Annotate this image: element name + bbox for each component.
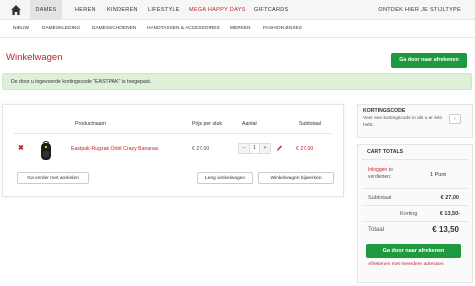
nav-item-kinderen[interactable]: KINDEREN <box>107 0 138 20</box>
page-title: Winkelwagen <box>6 52 63 63</box>
subnav-item-nieuw[interactable]: NIEUW <box>13 20 29 38</box>
discount-label: Korting <box>400 211 418 217</box>
notice-text: De door u ingevoerde kortingscode "EASTP… <box>11 79 152 85</box>
discount-value: € 13,50- <box>439 211 460 217</box>
nav-item-heren[interactable]: HEREN <box>75 0 96 20</box>
nav-item-mega-happy-days[interactable]: MEGA HAPPY DAYS <box>189 0 246 20</box>
quantity-stepper[interactable]: − 1 + <box>238 143 271 154</box>
subnav-item-handtassen[interactable]: HANDTASSEN & ACCESSOIRES <box>147 20 220 38</box>
product-name-link[interactable]: Eastpak-Rugzak Orbit Crazy Bananas <box>71 146 159 152</box>
nav-item-dames[interactable]: DAMES <box>30 0 62 20</box>
totals-divider <box>362 221 468 222</box>
qty-value[interactable]: 1 <box>249 144 260 153</box>
chevron-right-icon: › <box>454 116 456 122</box>
login-link[interactable]: Inloggen <box>368 167 387 173</box>
header-product: Productnaam <box>75 121 106 127</box>
header-price: Prijs per stuk <box>192 121 222 127</box>
login-points-text: Inloggen to verdienen: <box>368 167 410 181</box>
header-qty: Aantal <box>242 121 257 127</box>
coupon-expand-button[interactable]: › <box>449 114 461 124</box>
subtotal-value: € 27,00 <box>440 195 459 201</box>
top-navigation: DAMES HEREN KINDEREN LIFESTYLE MEGA HAPP… <box>0 0 475 20</box>
product-thumbnail[interactable] <box>39 140 53 161</box>
subnav-item-damesschoenen[interactable]: DAMESSCHOENEN <box>92 20 136 38</box>
points-value: 1 Punt <box>430 172 446 178</box>
coupon-description: Voer een kortingscode in als u er één he… <box>363 116 443 128</box>
cart-totals-title: CART TOTALS <box>367 149 404 155</box>
header-divider <box>14 133 332 134</box>
multi-address-checkout-link[interactable]: Afrekenen met meerdere adressen <box>368 262 444 267</box>
clear-cart-button[interactable]: Leeg winkelwagen <box>197 172 253 184</box>
header-subtotal: Subtotaal <box>299 121 321 127</box>
subtotal-label: Subtotaal <box>368 195 392 201</box>
total-label: Totaal <box>368 227 385 233</box>
coupon-applied-notice: De door u ingevoerde kortingscode "EASTP… <box>2 73 472 90</box>
nav-item-lifestyle[interactable]: LIFESTYLE <box>148 0 180 20</box>
home-icon[interactable] <box>10 4 22 16</box>
product-subtotal: € 27,00 <box>296 146 314 152</box>
totals-divider <box>362 205 468 206</box>
remove-icon[interactable]: ✖ <box>18 144 24 152</box>
totals-divider <box>362 188 468 189</box>
continue-shopping-button[interactable]: Ga verder met winkelen <box>17 172 89 184</box>
subnav-item-merken[interactable]: MERKEN <box>230 20 251 38</box>
sub-navigation: NIEUW DAMESKLEDING DAMESSCHOENEN HANDTAS… <box>0 20 475 38</box>
coupon-title: KORTINGSCODE <box>363 108 406 114</box>
subnav-item-dameskleding[interactable]: DAMESKLEDING <box>42 20 80 38</box>
pencil-icon[interactable] <box>276 144 283 152</box>
total-value: € 13,50 <box>432 225 459 234</box>
qty-plus-button[interactable]: + <box>260 144 270 153</box>
subnav-item-fashion-boxes[interactable]: FASHION BOXES <box>263 20 302 38</box>
qty-minus-button[interactable]: − <box>239 144 249 153</box>
update-cart-button[interactable]: Winkelwagen bijwerken <box>258 172 334 184</box>
checkout-button-side[interactable]: Ga door naar afrekenen <box>366 244 461 258</box>
style-type-link[interactable]: ONTDEK HIER JE STIJLTYPE <box>378 0 461 20</box>
nav-item-giftcards[interactable]: GIFTCARDS <box>254 0 288 20</box>
totals-divider <box>362 159 468 160</box>
checkout-button-top[interactable]: Ga door naar afrekenen <box>391 53 467 68</box>
product-price: € 27,00 <box>192 146 210 152</box>
